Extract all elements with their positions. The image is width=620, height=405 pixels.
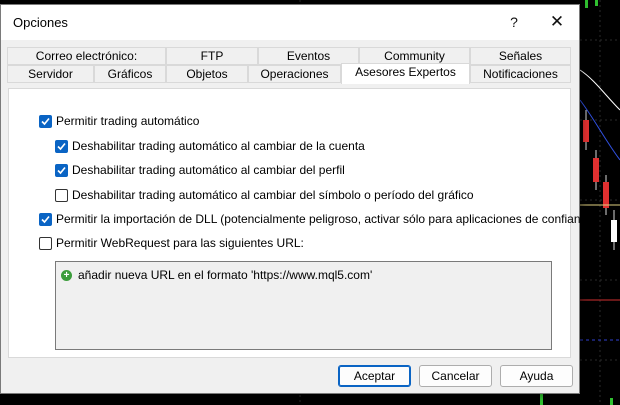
tab-senales[interactable]: Señales	[470, 47, 571, 65]
candle	[603, 182, 609, 208]
checkmark-icon	[41, 215, 50, 223]
checkbox[interactable]	[39, 236, 52, 250]
title-bar: Opciones ? ✕	[1, 5, 579, 40]
checkbox[interactable]	[55, 188, 68, 202]
option-disable-on-symbol-change[interactable]: Deshabilitar trading automático al cambi…	[55, 187, 474, 203]
tab-correo-electronico[interactable]: Correo electrónico:	[7, 47, 166, 65]
option-disable-on-profile-change[interactable]: Deshabilitar trading automático al cambi…	[55, 162, 345, 178]
checkbox[interactable]	[39, 114, 52, 128]
tab-servidor[interactable]: Servidor	[7, 65, 94, 83]
option-disable-on-account-change[interactable]: Deshabilitar trading automático al cambi…	[55, 138, 365, 154]
checkmark-icon	[41, 117, 50, 125]
option-allow-auto-trading[interactable]: Permitir trading automático	[39, 113, 199, 129]
option-label: Deshabilitar trading automático al cambi…	[72, 188, 474, 202]
tab-notificaciones[interactable]: Notificaciones	[470, 65, 571, 83]
tab-asesores-expertos[interactable]: Asesores Expertos	[341, 63, 470, 84]
option-allow-webrequest[interactable]: Permitir WebRequest para las siguientes …	[39, 235, 304, 251]
candle	[593, 158, 599, 182]
tab-ftp[interactable]: FTP	[166, 47, 258, 65]
option-allow-dll-import[interactable]: Permitir la importación de DLL (potencia…	[39, 211, 597, 227]
checkmark-icon	[57, 142, 66, 150]
url-list[interactable]: + añadir nueva URL en el formato 'https:…	[55, 261, 552, 350]
expert-advisors-panel: Permitir trading automático Deshabilitar…	[8, 88, 597, 358]
help-title-button[interactable]: ?	[499, 11, 529, 33]
ok-button[interactable]: Aceptar	[338, 365, 411, 387]
add-icon: +	[61, 269, 72, 281]
add-url-label: añadir nueva URL en el formato 'https://…	[78, 268, 373, 282]
option-label: Deshabilitar trading automático al cambi…	[72, 163, 345, 177]
cancel-button[interactable]: Cancelar	[419, 365, 492, 387]
tab-strip: Correo electrónico: FTP Eventos Communit…	[7, 47, 573, 89]
tab-objetos[interactable]: Objetos	[166, 65, 248, 83]
dialog-title: Opciones	[13, 15, 68, 30]
checkbox[interactable]	[39, 212, 52, 226]
add-url-item[interactable]: + añadir nueva URL en el formato 'https:…	[61, 268, 372, 282]
checkbox[interactable]	[55, 163, 68, 177]
options-dialog: Opciones ? ✕ Correo electrónico: FTP Eve…	[0, 4, 597, 394]
option-label: Permitir la importación de DLL (potencia…	[56, 212, 598, 226]
tab-graficos[interactable]: Gráficos	[94, 65, 166, 83]
candle	[583, 120, 589, 142]
option-label: Deshabilitar trading automático al cambi…	[72, 139, 365, 153]
option-label: Permitir WebRequest para las siguientes …	[56, 236, 304, 250]
option-label: Permitir trading automático	[56, 114, 200, 128]
checkbox[interactable]	[55, 139, 68, 153]
checkmark-icon	[57, 166, 66, 174]
help-button[interactable]: Ayuda	[500, 365, 573, 387]
candle	[611, 220, 617, 242]
tab-operaciones[interactable]: Operaciones	[248, 65, 341, 83]
close-button[interactable]: ✕	[542, 11, 572, 33]
